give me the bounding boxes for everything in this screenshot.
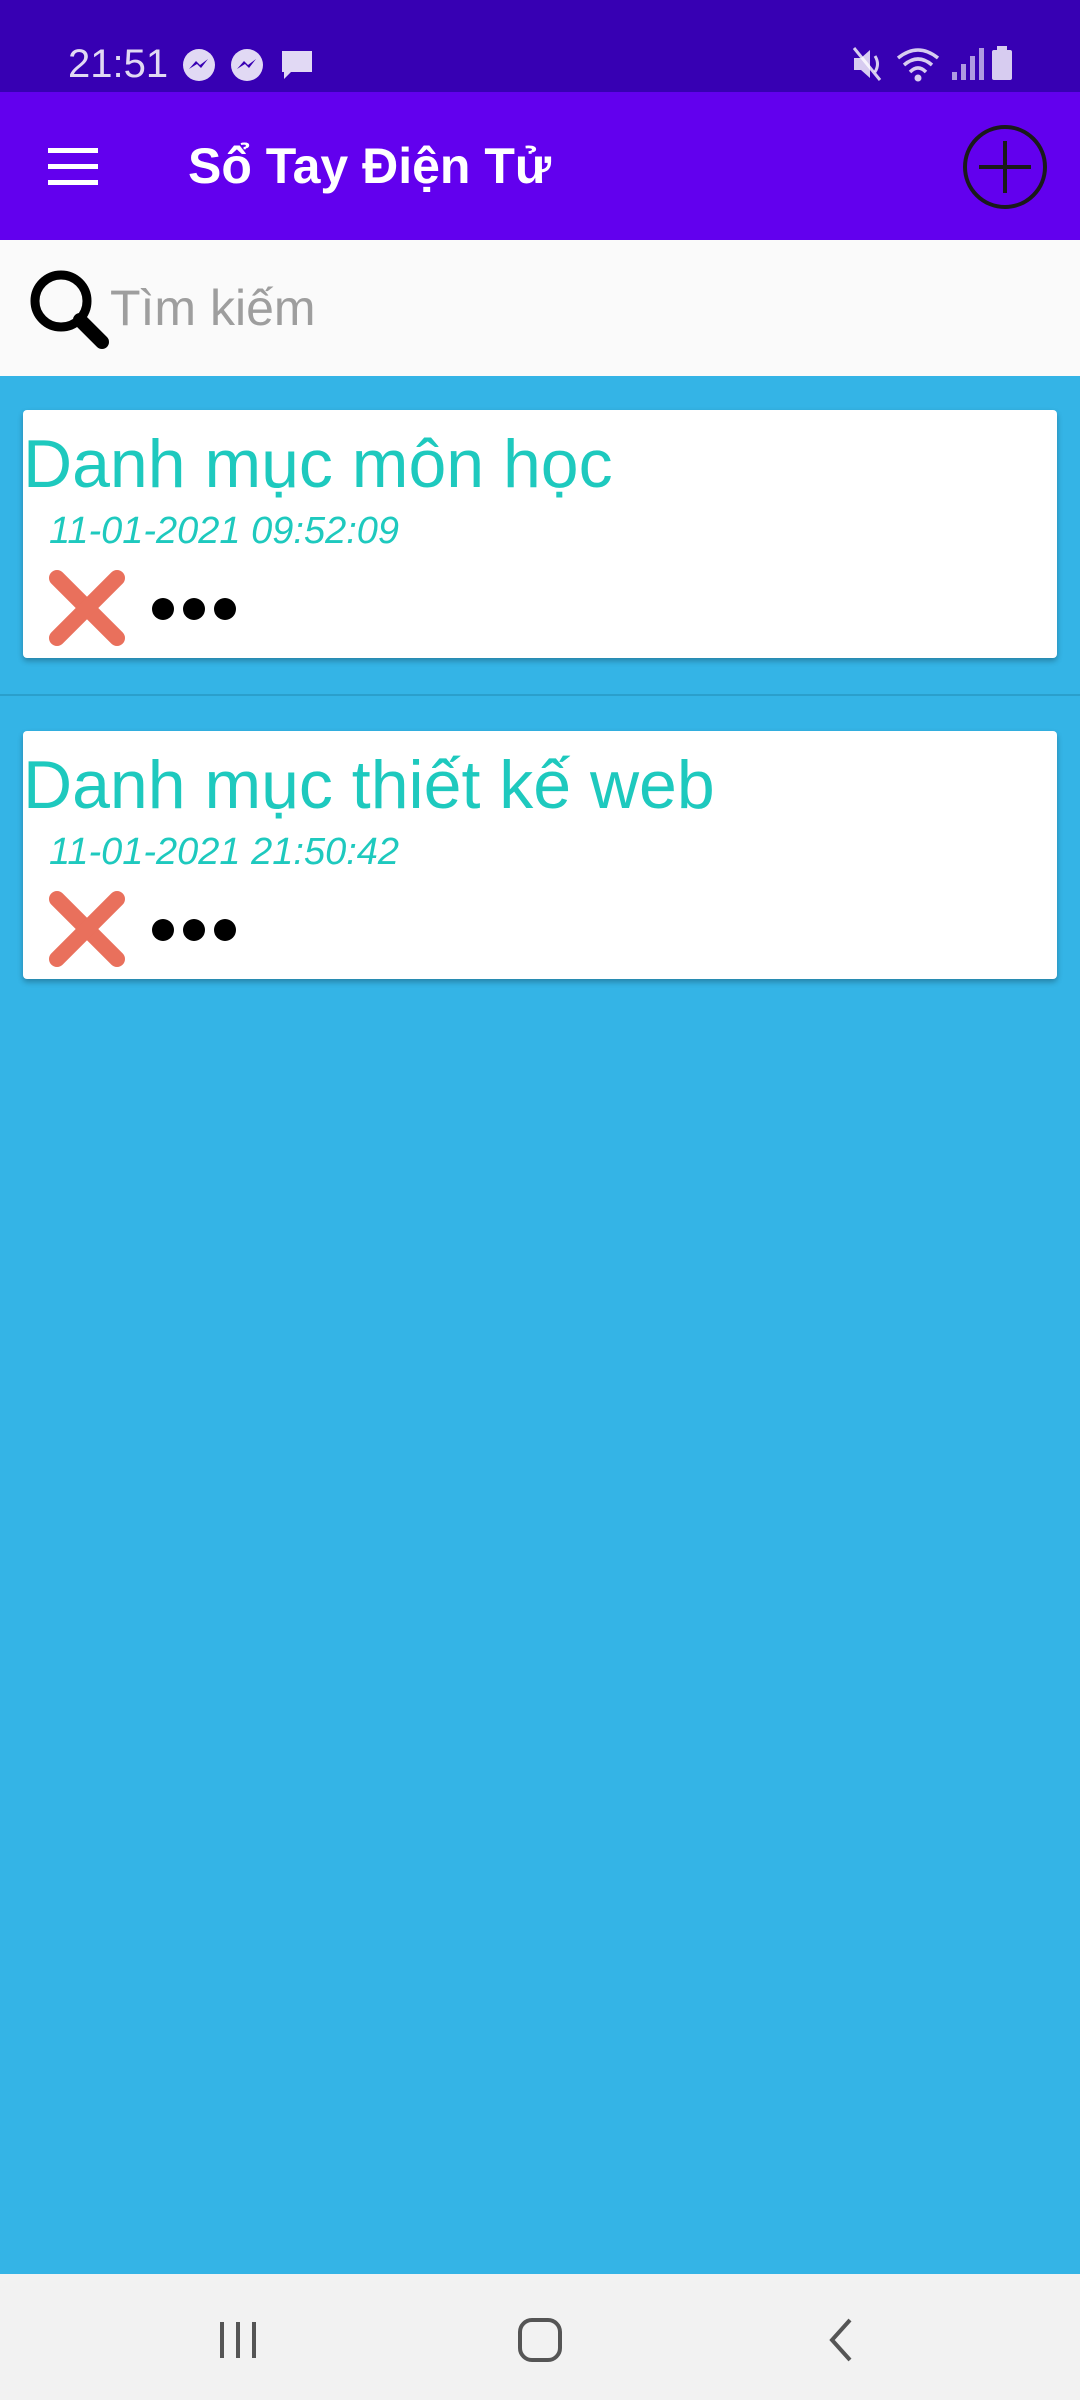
more-options-button[interactable]	[149, 582, 239, 636]
search-icon[interactable]	[24, 264, 114, 354]
signal-icon	[950, 44, 986, 89]
red-x-icon	[49, 891, 125, 967]
note-date: 11-01-2021 21:50:42	[49, 831, 400, 873]
search-input[interactable]	[110, 276, 1010, 340]
red-x-icon	[49, 570, 125, 646]
back-icon	[829, 2318, 852, 2362]
home-icon	[518, 2318, 562, 2362]
note-card[interactable]: Danh mục môn học 11-01-2021 09:52:09	[23, 410, 1057, 658]
status-bar: 21:51	[0, 0, 1080, 92]
app-bar: Sổ Tay Điện Tử	[0, 92, 1080, 240]
screen: 21:51 Sổ Tay Điện Tử Tìm kiếm Danh mục m…	[0, 0, 1080, 2400]
list-divider	[0, 694, 1080, 696]
more-dots-icon	[152, 598, 236, 620]
messenger-icon	[228, 46, 266, 89]
menu-button[interactable]	[40, 138, 106, 194]
back-button[interactable]	[812, 2312, 872, 2368]
messenger-icon	[180, 46, 218, 89]
delete-note-button[interactable]	[45, 566, 129, 650]
hamburger-menu-icon	[48, 148, 98, 185]
note-date: 11-01-2021 09:52:09	[49, 510, 400, 552]
recent-apps-icon	[220, 2322, 256, 2358]
recent-apps-button[interactable]	[208, 2312, 268, 2368]
message-icon	[278, 46, 316, 89]
plus-circle-icon	[963, 125, 1047, 209]
add-note-button[interactable]	[962, 124, 1048, 210]
delete-note-button[interactable]	[45, 887, 129, 971]
battery-icon	[990, 44, 1014, 89]
search-bar	[0, 240, 1080, 376]
more-dots-icon	[152, 919, 236, 941]
page-title: Sổ Tay Điện Tử	[188, 138, 552, 194]
status-time: 21:51	[68, 42, 169, 86]
note-title: Danh mục môn học	[23, 426, 613, 502]
system-nav-bar	[0, 2274, 1080, 2400]
wifi-icon	[896, 44, 940, 89]
note-card[interactable]: Danh mục thiết kế web 11-01-2021 21:50:4…	[23, 731, 1057, 979]
note-title: Danh mục thiết kế web	[23, 747, 715, 823]
home-button[interactable]	[510, 2312, 570, 2368]
more-options-button[interactable]	[149, 903, 239, 957]
mute-icon	[850, 44, 886, 89]
